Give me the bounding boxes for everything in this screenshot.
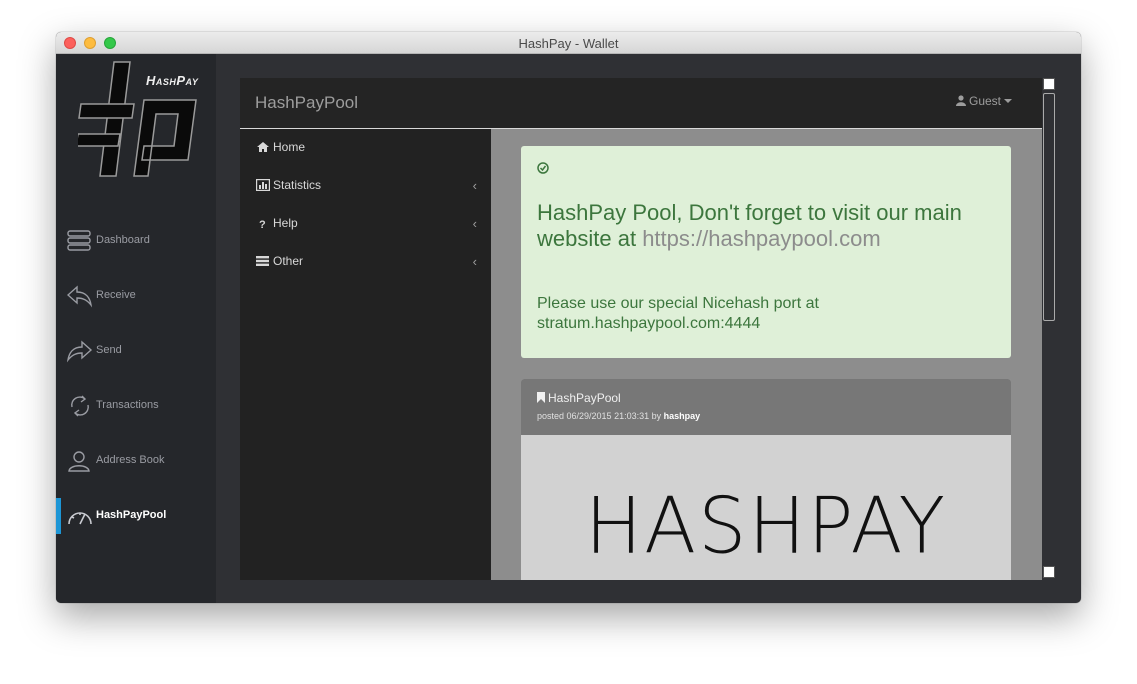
list-icon	[256, 256, 269, 266]
nav-dashboard[interactable]: Dashboard	[56, 223, 216, 259]
scroll-up-button[interactable]	[1043, 78, 1055, 90]
site-navbar: HashPayPool Guest	[240, 78, 1042, 129]
window-title: HashPay - Wallet	[518, 36, 619, 51]
menu-statistics[interactable]: Statistics ‹	[240, 167, 491, 203]
address-book-icon	[68, 451, 90, 472]
app-window: HashPay - Wallet HashPay Dashboard Recei…	[56, 32, 1081, 603]
home-icon	[257, 142, 269, 152]
web-content: HashPayPool Guest Home Statistics ‹ ? He…	[240, 78, 1042, 580]
bar-chart-icon	[256, 179, 270, 191]
menu-home[interactable]: Home	[240, 129, 491, 165]
main-panel: HashPay Pool, Don't forget to visit our …	[491, 129, 1042, 580]
nav-receive[interactable]: Receive	[56, 278, 216, 314]
nav-address-book-label: Address Book	[96, 454, 165, 466]
post-title: HashPayPool	[537, 391, 621, 405]
nav-address-book[interactable]: Address Book	[56, 443, 216, 479]
nav-transactions-label: Transactions	[96, 399, 159, 411]
alert-headline: HashPay Pool, Don't forget to visit our …	[537, 200, 997, 252]
bookmark-icon	[537, 392, 545, 403]
menu-statistics-label: Statistics	[273, 178, 322, 192]
menu-other-label: Other	[273, 254, 304, 268]
news-post-header: HashPayPool posted 06/29/2015 21:03:31 b…	[521, 379, 1011, 435]
post-meta: posted 06/29/2015 21:03:31 by hashpay	[537, 411, 700, 421]
caret-down-icon	[1004, 99, 1012, 103]
user-menu[interactable]: Guest	[955, 94, 1012, 108]
menu-home-label: Home	[273, 140, 306, 154]
nav-transactions[interactable]: Transactions	[56, 388, 216, 424]
menu-help[interactable]: ? Help ‹	[240, 205, 491, 241]
nav-hashpaypool-label: HashPayPool	[96, 509, 167, 521]
menu-other[interactable]: Other ‹	[240, 243, 491, 279]
menu-help-label: Help	[273, 216, 298, 230]
user-menu-label: Guest	[968, 94, 1001, 108]
scroll-thumb[interactable]	[1043, 93, 1055, 321]
dashboard-icon	[67, 230, 91, 251]
nav-send-label: Send	[96, 344, 122, 356]
nav-hashpaypool[interactable]: HashPayPool	[56, 498, 216, 534]
question-icon: ?	[259, 219, 266, 229]
site-side-menu: Home Statistics ‹ ? Help ‹ Other ‹	[240, 129, 491, 580]
news-post: HashPayPool posted 06/29/2015 21:03:31 b…	[521, 379, 1011, 580]
chevron-left-icon: ‹	[472, 216, 477, 231]
logo-text: HashPay	[146, 73, 199, 88]
chevron-left-icon: ‹	[472, 178, 477, 193]
title-bar: HashPay - Wallet	[56, 32, 1081, 54]
chevron-left-icon: ‹	[472, 254, 477, 269]
alert-notice: Please use our special Nicehash port at …	[537, 295, 819, 332]
transactions-icon	[71, 395, 89, 417]
scroll-down-button[interactable]	[1043, 566, 1055, 578]
app-sidebar: HashPay Dashboard Receive Send Transacti…	[56, 54, 216, 603]
site-brand[interactable]: HashPayPool	[255, 93, 358, 113]
scrollbar[interactable]	[1043, 78, 1057, 580]
nav-dashboard-label: Dashboard	[96, 234, 150, 246]
user-icon	[955, 95, 966, 106]
post-title-text: HashPayPool	[548, 391, 621, 405]
nav-receive-label: Receive	[96, 289, 136, 301]
website-link[interactable]: https://hashpaypool.com	[642, 226, 880, 251]
post-author: hashpay	[663, 411, 701, 421]
post-body: HASHPAY	[521, 435, 1011, 580]
nav-send[interactable]: Send	[56, 333, 216, 369]
svg-text:?: ?	[259, 219, 266, 229]
hashpay-banner: HASHPAY	[584, 480, 947, 571]
post-date: posted 06/29/2015 21:03:31 by	[537, 411, 662, 421]
receive-icon	[67, 285, 93, 308]
success-alert: HashPay Pool, Don't forget to visit our …	[521, 146, 1011, 358]
send-icon	[67, 340, 93, 363]
check-circle-icon	[537, 162, 549, 174]
gauge-icon	[68, 512, 92, 525]
